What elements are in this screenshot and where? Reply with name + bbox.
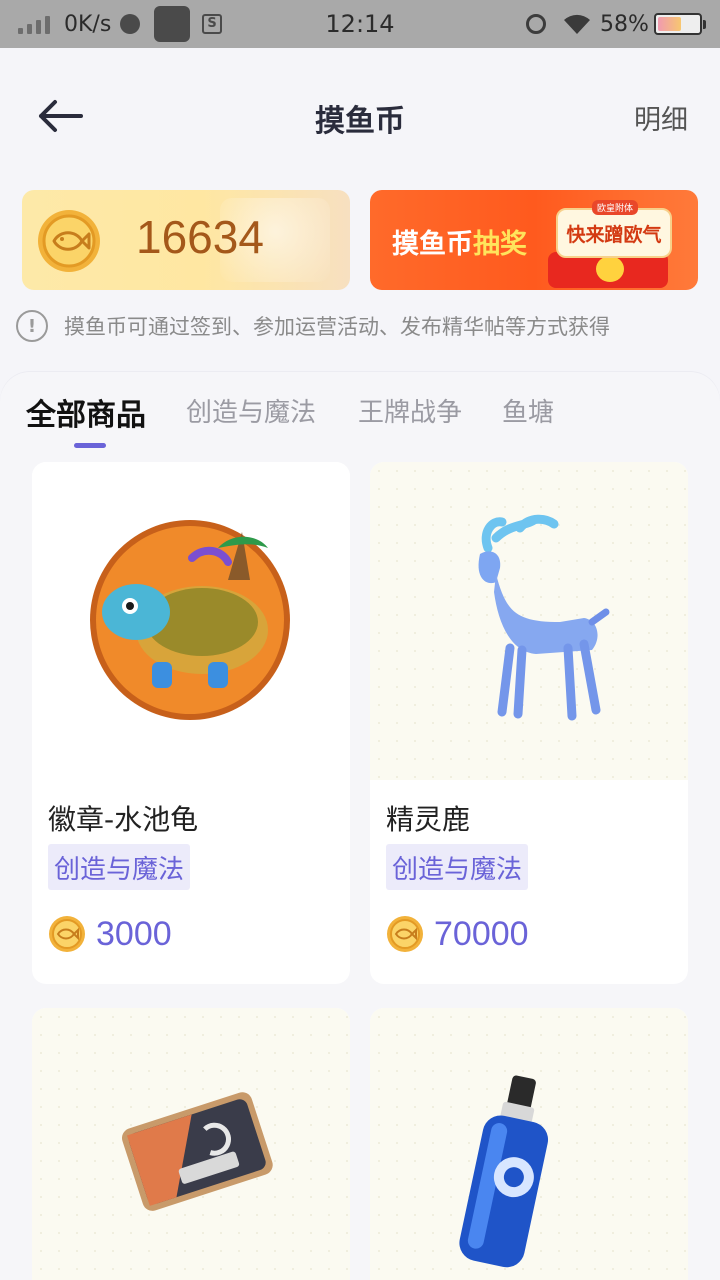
product-price-value: 70000 (434, 914, 529, 953)
notification-icon: S (202, 0, 222, 48)
info-icon: ! (16, 310, 48, 342)
product-price: 3000 (48, 912, 172, 956)
spirit-deer-image (370, 462, 688, 780)
coin-balance: 16634 (136, 211, 264, 263)
header: 摸鱼币 明细 (0, 48, 720, 180)
gift-icon (596, 256, 624, 282)
fish-coin-icon (36, 208, 102, 278)
product-card[interactable]: 精灵鹿 创造与魔法 70000 (370, 462, 688, 984)
lottery-small-badge: 欧皇附体 (592, 200, 639, 215)
lottery-title-prefix: 摸鱼币 (392, 229, 473, 260)
product-tag: 创造与魔法 (48, 844, 191, 890)
product-card[interactable] (370, 1008, 688, 1280)
tab-create-and-magic[interactable]: 创造与魔法 (186, 392, 316, 429)
back-button[interactable] (30, 88, 90, 144)
product-price-value: 3000 (96, 914, 172, 953)
lottery-title: 摸鱼币抽奖 (392, 222, 527, 261)
info-row: ! 摸鱼币可通过签到、参加运营活动、发布精华帖等方式获得 (16, 306, 610, 346)
fish-coin-icon (49, 916, 85, 952)
signal-icon (18, 0, 50, 48)
product-price: 70000 (386, 912, 529, 956)
product-name: 徽章-水池龟 (48, 803, 199, 836)
tab-all-products[interactable]: 全部商品 (26, 390, 146, 434)
lottery-title-highlight: 抽奖 (473, 229, 527, 260)
lottery-badge: 快来蹭欧气 (556, 208, 672, 258)
info-text: 摸鱼币可通过签到、参加运营活动、发布精华帖等方式获得 (64, 315, 610, 339)
product-card[interactable]: 徽章-水池龟 创造与魔法 3000 (32, 462, 350, 984)
alarm-icon (526, 0, 546, 48)
water-bottle-image (370, 1008, 688, 1280)
category-tabs: 全部商品 创造与魔法 王牌战争 鱼塘 (0, 372, 720, 452)
tab-fish-pond[interactable]: 鱼塘 (502, 392, 554, 429)
product-tag: 创造与魔法 (386, 844, 529, 890)
battery-percent: 58% (600, 11, 649, 37)
status-bar: 0K/s S 12:14 58% (0, 0, 720, 48)
tab-ace-war[interactable]: 王牌战争 (358, 392, 462, 429)
moon-icon (120, 0, 140, 48)
rename-card-image (32, 1008, 350, 1280)
product-name: 精灵鹿 (386, 803, 471, 836)
lottery-banner[interactable]: 摸鱼币抽奖 快来蹭欧气 欧皇附体 (370, 190, 698, 290)
detail-link[interactable]: 明细 (634, 98, 688, 137)
wifi-icon (562, 0, 592, 48)
back-arrow-icon (39, 100, 83, 132)
fish-coin-icon (387, 916, 423, 952)
product-sheet: 全部商品 创造与魔法 王牌战争 鱼塘 徽章-水池龟 创造与魔法 3000 精灵鹿… (0, 372, 720, 1280)
tab-indicator (74, 443, 106, 448)
net-speed: 0K/s (64, 11, 112, 37)
product-card[interactable] (32, 1008, 350, 1280)
turtle-badge-image (32, 462, 350, 780)
battery-icon (654, 0, 706, 48)
coin-balance-card: 16634 (22, 190, 350, 290)
app-notification-icon (154, 0, 190, 48)
page-title: 摸鱼币 (315, 104, 405, 139)
